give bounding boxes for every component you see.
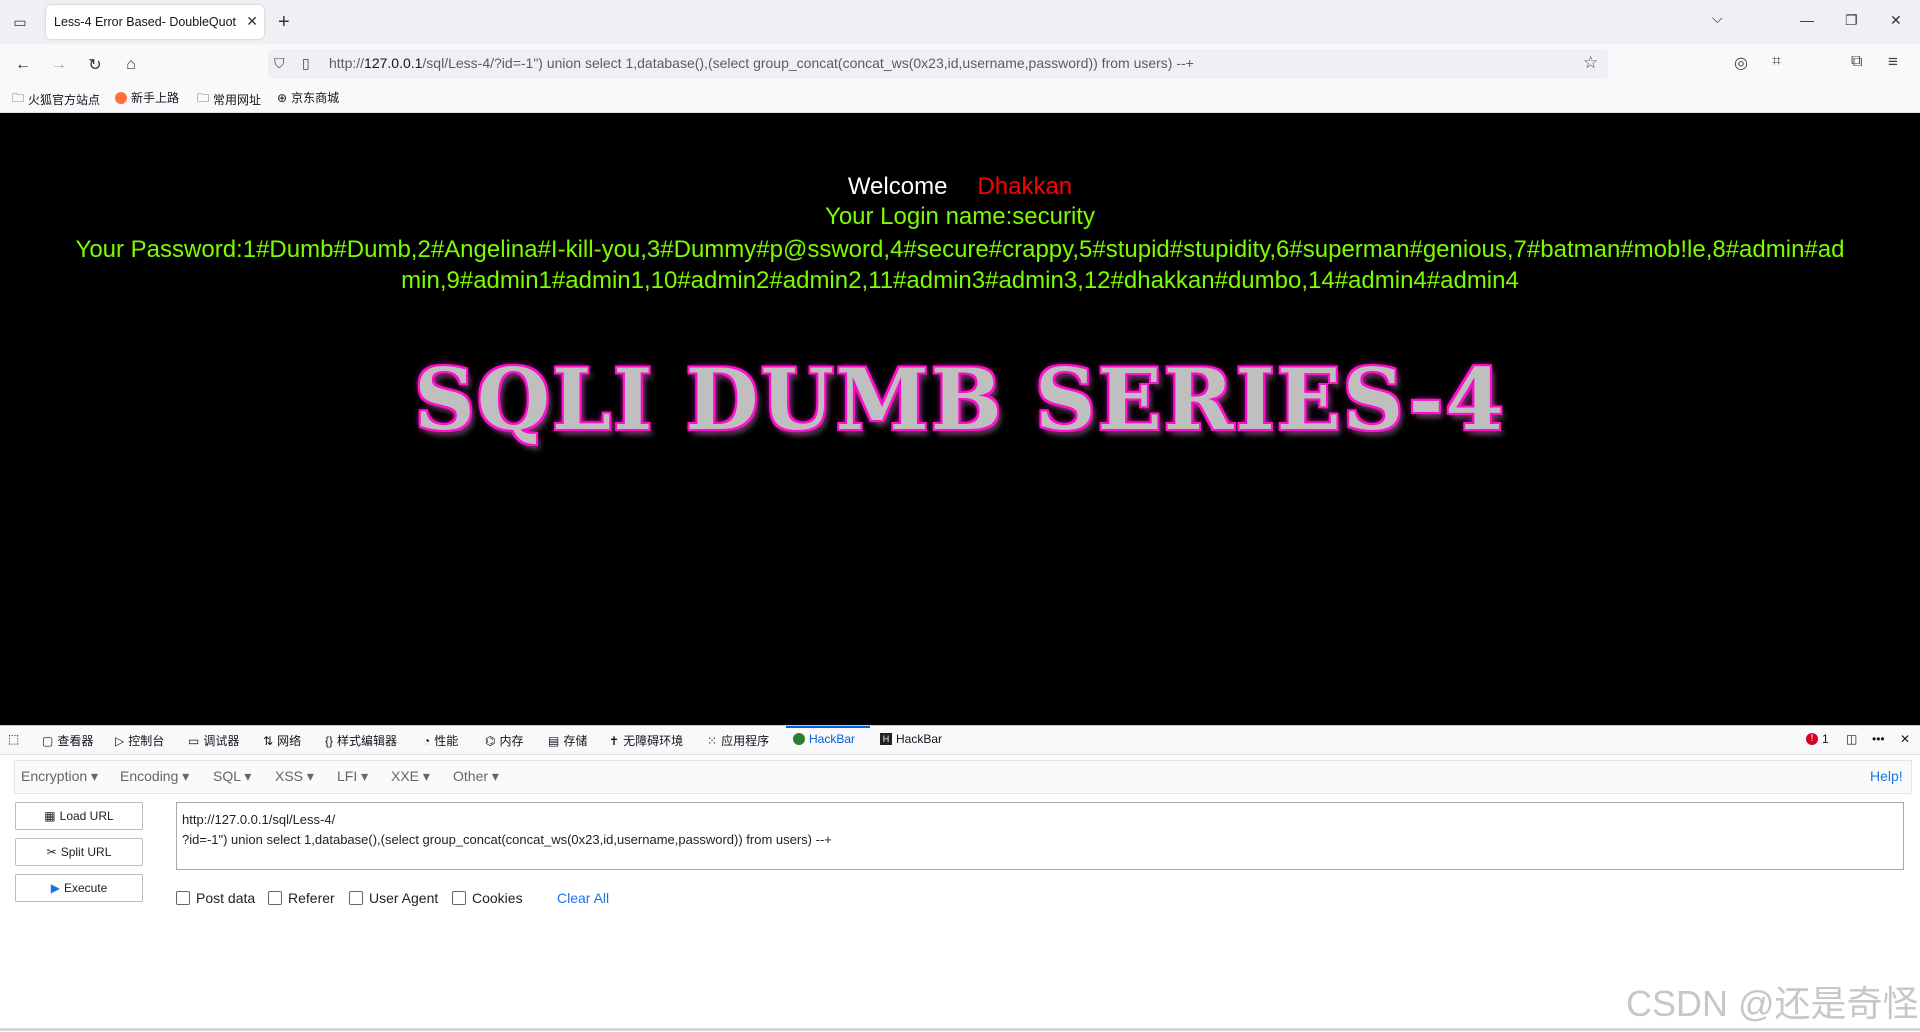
tab-console[interactable]: ▷ 控制台 bbox=[115, 732, 164, 749]
url-line-2: ?id=-1") union select 1,database(),(sele… bbox=[182, 832, 832, 847]
split-url-button[interactable]: ✂ Split URL bbox=[15, 838, 143, 866]
network-icon: ⇅ bbox=[263, 733, 274, 748]
menu-encryption[interactable]: Encryption ▾ bbox=[21, 768, 98, 785]
more-options-icon[interactable]: ••• bbox=[1872, 732, 1885, 746]
bookmark-item[interactable]: 🗀 常用网址 bbox=[197, 89, 261, 110]
braces-icon: {} bbox=[325, 733, 334, 748]
grid-icon: ⁙ bbox=[707, 733, 718, 748]
folder-icon: 🗀 bbox=[197, 91, 210, 105]
forward-icon[interactable]: → bbox=[46, 52, 72, 78]
checkbox-icon bbox=[268, 891, 282, 905]
cookies-checkbox[interactable]: Cookies bbox=[452, 890, 523, 906]
account-icon[interactable]: ◎ bbox=[1734, 53, 1748, 73]
shield-icon[interactable]: ⛉ bbox=[274, 55, 285, 72]
post-data-checkbox[interactable]: Post data bbox=[176, 890, 255, 906]
checkbox-icon bbox=[176, 891, 190, 905]
tab-title: Less-4 Error Based- DoubleQuot bbox=[54, 15, 237, 29]
accessibility-icon: ✝ bbox=[609, 733, 620, 748]
menu-other[interactable]: Other ▾ bbox=[453, 768, 499, 785]
scissors-icon: ✂ bbox=[46, 845, 57, 859]
menu-icon[interactable]: ≡ bbox=[1888, 52, 1898, 72]
url-prefix: http:// bbox=[329, 55, 365, 71]
back-icon[interactable]: ← bbox=[10, 52, 36, 78]
hackbar-icon bbox=[793, 733, 805, 745]
page-icon[interactable]: ▯ bbox=[302, 55, 310, 72]
url-host: 127.0.0.1 bbox=[364, 55, 423, 71]
storage-icon: ▤ bbox=[548, 733, 560, 748]
close-devtools-icon[interactable]: ✕ bbox=[1900, 732, 1910, 746]
extensions-icon[interactable]: ⧉ bbox=[1851, 53, 1862, 71]
user-agent-checkbox[interactable]: User Agent bbox=[349, 890, 438, 906]
url-line-1: http://127.0.0.1/sql/Less-4/ bbox=[182, 812, 336, 827]
pick-element-icon[interactable]: ⬚ bbox=[8, 732, 19, 746]
password-line: Your Password:1#Dumb#Dumb,2#Angelina#I-k… bbox=[75, 236, 1845, 294]
checkbox-icon bbox=[349, 891, 363, 905]
url-text[interactable]: http://127.0.0.1/sql/Less-4/?id=-1") uni… bbox=[329, 55, 1194, 71]
error-count[interactable]: ! 1 bbox=[1806, 732, 1829, 746]
menu-sql[interactable]: SQL ▾ bbox=[213, 768, 251, 785]
menu-xss[interactable]: XSS ▾ bbox=[275, 768, 314, 785]
login-name-line: Your Login name:security bbox=[825, 203, 1095, 230]
tab-style-editor[interactable]: {} 样式编辑器 bbox=[325, 732, 397, 749]
crop-icon[interactable]: ⌗ bbox=[1772, 53, 1781, 71]
tab-performance[interactable]: ◔ 性能 bbox=[423, 732, 458, 749]
firefox-icon bbox=[115, 91, 127, 104]
checkbox-icon bbox=[452, 891, 466, 905]
memory-icon: ⌬ bbox=[485, 733, 496, 748]
star-icon[interactable]: ☆ bbox=[1583, 53, 1598, 73]
tab-storage[interactable]: ▤ 存储 bbox=[548, 732, 587, 749]
tab-inspector[interactable]: ▢ 查看器 bbox=[42, 732, 93, 749]
load-url-button[interactable]: ▦ Load URL bbox=[15, 802, 143, 830]
menu-lfi[interactable]: LFI ▾ bbox=[337, 768, 368, 785]
execute-button[interactable]: ▶ Execute bbox=[15, 874, 143, 902]
folder-icon: 🗀 bbox=[12, 91, 25, 105]
tab-memory[interactable]: ⌬ 内存 bbox=[485, 732, 524, 749]
console-icon: ▷ bbox=[115, 733, 125, 748]
inspector-icon: ▢ bbox=[42, 733, 54, 748]
tab-network[interactable]: ⇅ 网络 bbox=[263, 732, 301, 749]
tab-debugger[interactable]: ▭ 调试器 bbox=[188, 732, 239, 749]
tab-accessibility[interactable]: ✝ 无障碍环境 bbox=[609, 732, 683, 749]
error-icon: ! bbox=[1806, 733, 1818, 745]
series-banner: SQLI DUMB SERIES-4 bbox=[414, 350, 1506, 449]
hackbar-url-input[interactable]: http://127.0.0.1/sql/Less-4/ ?id=-1") un… bbox=[176, 802, 1904, 870]
chevron-down-icon[interactable]: ⌵ bbox=[1712, 10, 1723, 27]
referer-checkbox[interactable]: Referer bbox=[268, 890, 335, 906]
tab-hackbar[interactable]: H HackBar bbox=[880, 732, 942, 746]
tab-list-icon[interactable]: ▭ bbox=[8, 10, 32, 34]
help-link[interactable]: Help! bbox=[1870, 768, 1903, 784]
restore-icon[interactable]: ❐ bbox=[1845, 12, 1858, 29]
reload-icon[interactable]: ↻ bbox=[82, 52, 108, 78]
clear-all-link[interactable]: Clear All bbox=[557, 890, 609, 906]
watermark: CSDN @还是奇怪 bbox=[1626, 983, 1919, 1024]
menu-xxe[interactable]: XXE ▾ bbox=[391, 768, 430, 785]
url-path: /sql/Less-4/?id=-1") union select 1,data… bbox=[422, 55, 1194, 71]
bookmark-item[interactable]: 新手上路 bbox=[115, 89, 179, 106]
menu-encoding[interactable]: Encoding ▾ bbox=[120, 768, 189, 785]
close-window-icon[interactable]: ✕ bbox=[1890, 12, 1902, 29]
globe-icon: ⊕ bbox=[277, 90, 288, 105]
bookmark-item[interactable]: 🗀 火狐官方站点 bbox=[12, 89, 100, 110]
bookmark-item[interactable]: ⊕ 京东商城 bbox=[277, 89, 339, 106]
welcome-name: Dhakkan bbox=[977, 173, 1073, 200]
active-tab-indicator bbox=[786, 726, 870, 728]
minimize-icon[interactable]: — bbox=[1800, 12, 1814, 28]
gauge-icon: ◔ bbox=[423, 733, 431, 748]
welcome-line: Welcome Dhakkan bbox=[0, 173, 1920, 201]
home-icon[interactable]: ⌂ bbox=[118, 52, 144, 78]
tab-application[interactable]: ⁙ 应用程序 bbox=[707, 732, 769, 749]
hackbar-h-icon: H bbox=[880, 733, 892, 745]
welcome-label: Welcome bbox=[847, 173, 948, 200]
close-tab-icon[interactable]: ✕ bbox=[246, 13, 258, 30]
tab-hackbar-active[interactable]: HackBar bbox=[793, 732, 855, 746]
play-icon: ▶ bbox=[50, 881, 60, 895]
debugger-icon: ▭ bbox=[188, 733, 200, 748]
new-tab-icon[interactable]: + bbox=[278, 10, 290, 34]
tab-active[interactable]: Less-4 Error Based- DoubleQuot ✕ bbox=[46, 5, 264, 39]
load-icon: ▦ bbox=[44, 809, 56, 823]
dock-icon[interactable]: ◫ bbox=[1846, 732, 1857, 746]
